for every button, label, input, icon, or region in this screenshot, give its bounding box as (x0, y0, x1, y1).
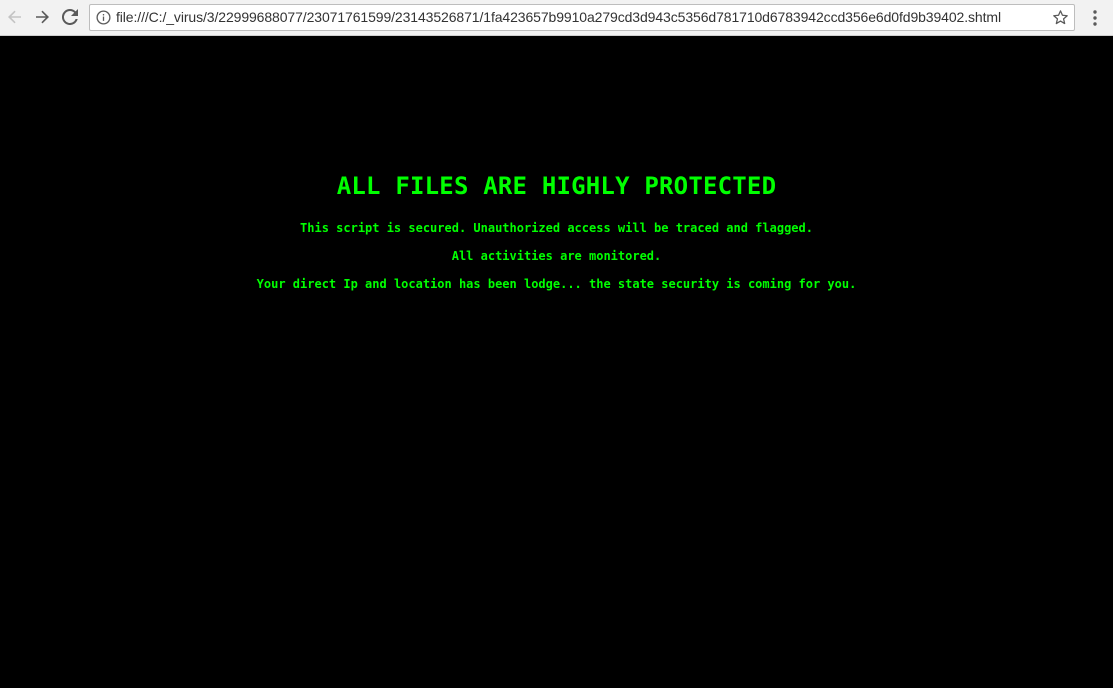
back-arrow-icon (8, 10, 21, 24)
page-content: ALL FILES ARE HIGHLY PROTECTED This scri… (0, 36, 1113, 688)
page-title: ALL FILES ARE HIGHLY PROTECTED (0, 172, 1113, 200)
forward-arrow-icon (36, 10, 49, 24)
headline-text: ALL FILES ARE HIGHLY PROTECTED (336, 172, 777, 200)
star-icon[interactable] (1052, 9, 1069, 26)
warning-line-monitored: All activities are monitored. (451, 249, 662, 263)
back-button[interactable] (3, 5, 27, 29)
menu-icon[interactable] (1086, 8, 1104, 28)
reload-icon (62, 9, 78, 25)
address-bar[interactable]: file:///C:/_virus/3/22999688077/23071761… (89, 4, 1075, 31)
forward-button[interactable] (30, 5, 54, 29)
warning-line-location: Your direct Ip and location has been lod… (256, 277, 857, 291)
reload-button[interactable] (58, 5, 82, 29)
url-text[interactable]: file:///C:/_virus/3/22999688077/23071761… (116, 9, 1001, 25)
info-icon[interactable] (96, 10, 111, 25)
browser-toolbar: file:///C:/_virus/3/22999688077/23071761… (0, 0, 1113, 36)
warning-line-secured: This script is secured. Unauthorized acc… (300, 221, 813, 235)
